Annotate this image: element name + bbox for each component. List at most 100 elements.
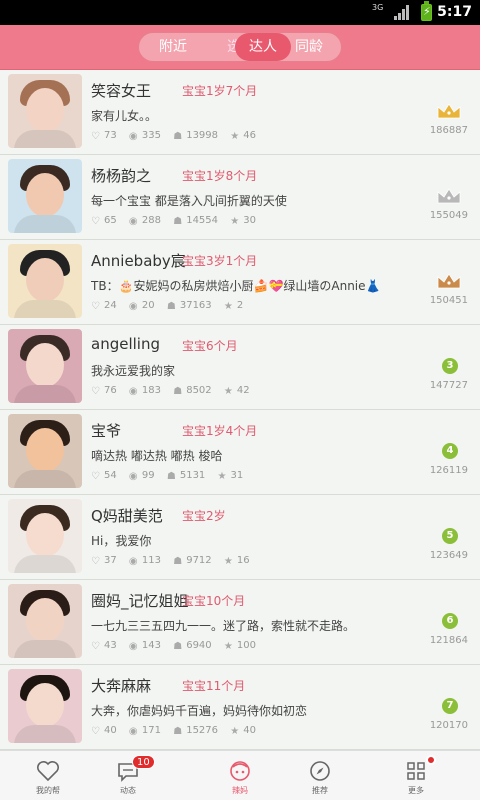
heart-icon: ♡ — [91, 216, 100, 227]
list-item[interactable]: Anniebaby宸 宝宝3岁1个月 TB：🎂安妮妈の私房烘焙小厨🍰💝绿山墙のA… — [0, 240, 480, 325]
tab-more[interactable]: 更多 — [368, 751, 464, 800]
grid-icon — [407, 762, 425, 780]
user-name[interactable]: 圈妈_记忆姐姐 — [91, 590, 189, 611]
list-item[interactable]: 宝爷 宝宝1岁4个月 嘀达热 嘟达热 嘟热 梭哈 ♡ 54 ◉ 99 ☗ 5131 ★… — [0, 410, 480, 495]
user-stats: ♡ 43 ◉ 143 ☗ 6940 ★ 100 — [91, 640, 265, 652]
likes-count: 24 — [104, 300, 117, 311]
baby-age: 宝宝1岁8个月 — [182, 169, 258, 183]
tab-label: 动态 — [120, 786, 136, 795]
user-name[interactable]: angelling — [91, 335, 160, 353]
stars-count: 2 — [236, 300, 244, 311]
heart-icon: ♡ — [91, 726, 100, 737]
network-type: 3G — [372, 3, 384, 12]
avatar[interactable] — [8, 499, 82, 573]
baby-age: 宝宝10个月 — [182, 594, 246, 608]
list-item[interactable]: 圈妈_记忆姐姐 宝宝10个月 一七九三三五四九一一。迷了路，索性就不走路。 ♡ 4… — [0, 580, 480, 665]
user-description: 一七九三三五四九一一。迷了路，索性就不走路。 — [91, 619, 356, 633]
user-description: 大奔，你虐妈妈千百遍，妈妈待你如初恋 — [91, 704, 308, 718]
likes-count: 65 — [104, 215, 117, 226]
battery-icon: ⚡ — [421, 1, 432, 21]
star-icon: ★ — [223, 386, 233, 397]
star-icon: ★ — [230, 726, 240, 737]
rank-area: 123649 — [418, 495, 468, 580]
baby-age: 宝宝6个月 — [182, 339, 238, 353]
user-name[interactable]: 大奔麻麻 — [91, 675, 151, 696]
likes-count: 54 — [104, 470, 117, 481]
list-item[interactable]: 大奔麻麻 宝宝11个月 大奔，你虐妈妈千百遍，妈妈待你如初恋 ♡ 40 ◉ 171 … — [0, 665, 480, 750]
heart-icon: ♡ — [91, 131, 100, 142]
rank-area: 186887 — [418, 70, 468, 155]
likes-count: 43 — [104, 640, 117, 651]
visitors-icon: ☗ — [173, 726, 183, 737]
visits-count: 37163 — [179, 300, 212, 311]
eye-icon: ◉ — [128, 131, 138, 142]
tab-experts[interactable]: 达人 — [235, 33, 291, 61]
user-stats: ♡ 73 ◉ 335 ☗ 13998 ★ 46 — [91, 130, 265, 142]
user-name[interactable]: Q妈甜美范 — [91, 505, 163, 526]
user-name[interactable]: Anniebaby宸 — [91, 250, 186, 271]
avatar[interactable] — [8, 584, 82, 658]
list-item[interactable]: 笑容女王 宝宝1岁7个月 家有儿女。。 ♡ 73 ◉ 335 ☗ 13998 ★ 46 … — [0, 70, 480, 155]
visits-count: 9712 — [186, 555, 212, 566]
stars-count: 16 — [236, 555, 250, 566]
expert-list: 笑容女王 宝宝1岁7个月 家有儿女。。 ♡ 73 ◉ 335 ☗ 13998 ★ 46 … — [0, 70, 480, 750]
views-count: 171 — [141, 725, 162, 736]
avatar[interactable] — [8, 244, 82, 318]
visits-count: 13998 — [186, 130, 219, 141]
list-item[interactable]: angelling 宝宝6个月 我永远爱我的家 ♡ 76 ◉ 183 ☗ 8502 ★… — [0, 325, 480, 410]
star-icon: ★ — [230, 131, 240, 142]
star-icon: ★ — [223, 641, 233, 652]
tab-label: 推荐 — [312, 786, 328, 795]
compass-icon — [310, 761, 330, 781]
views-count: 183 — [141, 385, 162, 396]
user-name[interactable]: 杨杨韵之 — [91, 165, 151, 186]
list-item[interactable]: 杨杨韵之 宝宝1岁8个月 每一个宝宝 都是落入凡间折翼的天使 ♡ 65 ◉ 288 … — [0, 155, 480, 240]
tab-recommend[interactable]: 推荐 — [272, 751, 368, 800]
visitors-icon: ☗ — [173, 216, 183, 227]
rank-area: 155049 — [418, 155, 468, 240]
views-count: 335 — [141, 130, 162, 141]
user-stats: ♡ 37 ◉ 113 ☗ 9712 ★ 16 — [91, 555, 259, 567]
user-name[interactable]: 宝爷 — [91, 420, 121, 441]
user-stats: ♡ 24 ◉ 20 ☗ 37163 ★ 2 — [91, 300, 252, 312]
visits-count: 8502 — [186, 385, 212, 396]
rank-area: 150451 — [418, 240, 468, 325]
score: 123649 — [429, 550, 468, 561]
user-description: 每一个宝宝 都是落入凡间折翼的天使 — [91, 194, 287, 208]
user-stats: ♡ 40 ◉ 171 ☗ 15276 ★ 40 — [91, 725, 265, 737]
header: 附近 选 达人 同龄 — [0, 25, 480, 70]
eye-icon: ◉ — [128, 726, 138, 737]
user-name[interactable]: 笑容女王 — [91, 80, 151, 101]
score: 150451 — [429, 295, 468, 306]
score: 126119 — [429, 465, 468, 476]
tab-nearby[interactable]: 附近 — [155, 33, 191, 61]
heart-icon: ♡ — [91, 386, 100, 397]
heart-icon: ♡ — [91, 301, 100, 312]
avatar[interactable] — [8, 329, 82, 403]
stars-count: 42 — [236, 385, 250, 396]
tab-activity[interactable]: 10 动态 — [80, 751, 176, 800]
stars-count: 46 — [243, 130, 256, 141]
visitors-icon: ☗ — [173, 641, 183, 652]
avatar[interactable] — [8, 159, 82, 233]
status-bar: 3G ⚡ 5:17 — [0, 0, 480, 25]
score: 155049 — [429, 210, 468, 221]
avatar[interactable] — [8, 74, 82, 148]
avatar[interactable] — [8, 414, 82, 488]
visitors-icon: ☗ — [166, 301, 176, 312]
avatar[interactable] — [8, 669, 82, 743]
heart-icon — [37, 761, 59, 782]
eye-icon: ◉ — [128, 216, 138, 227]
score: 147727 — [429, 380, 468, 391]
stars-count: 40 — [243, 725, 256, 736]
heart-icon: ♡ — [91, 556, 100, 567]
eye-icon: ◉ — [128, 641, 138, 652]
list-item[interactable]: Q妈甜美范 宝宝2岁 Hi，我爱你 ♡ 37 ◉ 113 ☗ 9712 ★ 16 5 1… — [0, 495, 480, 580]
mom-icon — [230, 761, 250, 781]
baby-age: 宝宝1岁7个月 — [182, 84, 258, 98]
score: 121864 — [429, 635, 468, 646]
star-icon: ★ — [230, 216, 240, 227]
star-icon: ★ — [217, 471, 227, 482]
tab-same-age[interactable]: 同龄 — [291, 33, 327, 61]
likes-count: 40 — [104, 725, 117, 736]
